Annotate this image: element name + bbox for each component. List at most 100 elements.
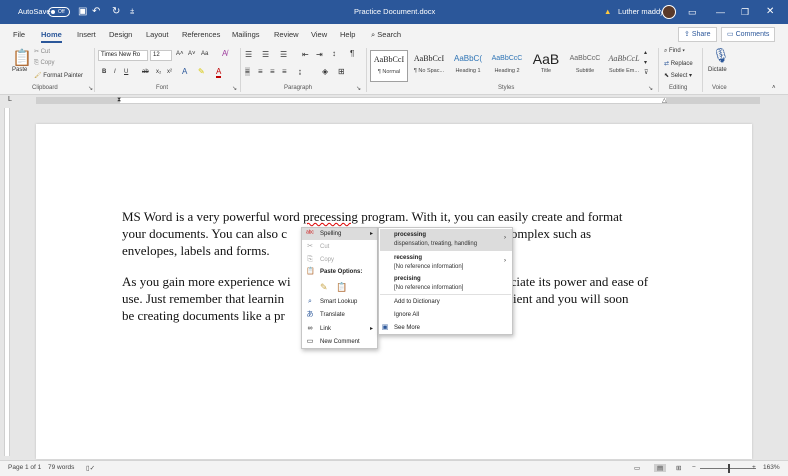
customize-qat-icon[interactable]: ⩲ (130, 0, 134, 24)
warning-icon[interactable]: ▲ (604, 0, 611, 24)
menu-item-cut[interactable]: ✂ Cut (302, 241, 377, 253)
align-center-icon[interactable]: ≡ (258, 67, 263, 76)
decrease-indent-icon[interactable]: ⇤ (302, 50, 309, 59)
superscript-button[interactable]: x² (167, 69, 172, 75)
select-button[interactable]: ⬉ Select ▾ (664, 72, 692, 79)
menu-item-smart-lookup[interactable]: ⌕ Smart Lookup (302, 296, 377, 308)
style-no-spacing[interactable]: AaBbCcI ¶ No Spac... (410, 50, 448, 82)
style-subtle-emphasis[interactable]: AaBbCcL Subtle Em... (605, 50, 643, 82)
clipboard-launcher-icon[interactable]: ↘ (88, 85, 93, 92)
styles-launcher-icon[interactable]: ↘ (648, 85, 653, 92)
menu-item-link[interactable]: ∞ Link ▸ (302, 323, 377, 335)
microphone-icon[interactable]: 🎙 (712, 47, 730, 64)
numbering-icon[interactable]: ☰ (262, 50, 269, 59)
increase-indent-icon[interactable]: ⇥ (316, 50, 323, 59)
bullets-icon[interactable]: ☰ (245, 50, 252, 59)
zoom-level[interactable]: 163% (763, 464, 780, 471)
horizontal-ruler[interactable]: L ⧗ △ (0, 95, 788, 106)
highlight-color-icon[interactable]: ✎ (198, 67, 205, 76)
save-icon[interactable]: ▣ (78, 0, 87, 24)
zoom-slider-thumb[interactable] (728, 464, 730, 473)
style-title[interactable]: AaB Title (527, 50, 565, 82)
ribbon-display-icon[interactable]: ▭ (688, 0, 697, 24)
styles-scroll-up-icon[interactable]: ▴ (644, 49, 647, 56)
sort-icon[interactable]: ↕ (332, 49, 336, 58)
multilevel-list-icon[interactable]: ☰ (280, 50, 287, 59)
menu-item-spelling[interactable]: ᵃᵇᶜ Spelling ▸ (302, 228, 377, 240)
menu-item-translate[interactable]: あ Translate (302, 309, 377, 321)
undo-icon[interactable]: ↶ (92, 0, 100, 24)
avatar[interactable] (662, 0, 676, 24)
menu-item-ignore-all[interactable]: Ignore All (379, 309, 512, 321)
font-launcher-icon[interactable]: ↘ (232, 85, 237, 92)
font-color-icon[interactable]: A (216, 67, 222, 78)
align-left-icon[interactable]: ≡ (245, 67, 250, 76)
underline-button[interactable]: U (124, 69, 128, 75)
justify-icon[interactable]: ≡ (282, 67, 287, 76)
clear-formatting-icon[interactable]: A̸ (222, 49, 227, 58)
style-heading-2[interactable]: AaBbCcC Heading 2 (488, 50, 526, 82)
format-painter-button[interactable]: 🖌 Format Painter (34, 72, 83, 79)
search-box[interactable]: ⌕ Search (371, 24, 401, 45)
tab-mailings[interactable]: Mailings (232, 24, 260, 45)
paragraph-launcher-icon[interactable]: ↘ (356, 85, 361, 92)
tab-insert[interactable]: Insert (77, 24, 96, 45)
close-icon[interactable]: ✕ (766, 0, 774, 24)
menu-item-see-more[interactable]: ▣ See More (379, 322, 512, 334)
tab-selector-icon[interactable]: L (8, 96, 12, 103)
keep-formatting-paste-icon[interactable]: ✎ (320, 281, 328, 293)
style-subtitle[interactable]: AaBbCcC Subtitle (566, 50, 604, 82)
comments-button[interactable]: ▭ Comments (721, 27, 776, 42)
menu-item-add-to-dictionary[interactable]: Add to Dictionary (379, 296, 512, 308)
tab-home[interactable]: Home (41, 24, 62, 45)
borders-icon[interactable]: ⊞ (338, 67, 345, 76)
show-formatting-icon[interactable]: ¶ (350, 49, 354, 58)
misspelled-word[interactable]: precessing (303, 209, 358, 224)
web-layout-icon[interactable]: ⊞ (676, 464, 681, 472)
word-count[interactable]: 79 words (48, 464, 74, 471)
collapse-ribbon-icon[interactable]: ˄ (772, 85, 776, 91)
left-indent-marker-icon[interactable]: ⧗ (117, 97, 121, 104)
tab-review[interactable]: Review (274, 24, 299, 45)
line-spacing-icon[interactable]: ↨ (298, 67, 302, 76)
tab-file[interactable]: File (13, 24, 25, 45)
tab-layout[interactable]: Layout (146, 24, 169, 45)
menu-item-copy[interactable]: ⎘ Copy (302, 254, 377, 266)
menu-item-new-comment[interactable]: ▭ New Comment (302, 336, 377, 348)
tab-help[interactable]: Help (340, 24, 355, 45)
read-mode-icon[interactable]: ▭ (634, 464, 640, 472)
italic-button[interactable]: I (114, 69, 116, 75)
suggestion-recessing[interactable]: recessing [No reference information] › (380, 252, 512, 274)
right-indent-marker-icon[interactable]: △ (662, 97, 667, 104)
suggestion-precising[interactable]: precising [No reference information] (380, 273, 512, 295)
suggestion-processing[interactable]: processing dispensation, treating, handl… (380, 229, 512, 251)
tab-design[interactable]: Design (109, 24, 132, 45)
share-button[interactable]: ⇪ Share (678, 27, 717, 42)
styles-scroll-down-icon[interactable]: ▾ (644, 59, 647, 66)
tab-view[interactable]: View (311, 24, 327, 45)
replace-button[interactable]: ⇄ Replace (664, 60, 693, 67)
cut-button[interactable]: ✂ Cut (34, 48, 50, 55)
grow-font-icon[interactable]: A˄ (176, 51, 184, 57)
paste-button[interactable]: Paste (12, 67, 27, 73)
font-size-select[interactable]: 12 (150, 50, 172, 61)
find-button[interactable]: ⌕ Find ▾ (664, 48, 685, 55)
bold-button[interactable]: B (102, 69, 106, 75)
copy-button[interactable]: ⎘ Copy (34, 60, 54, 67)
minimize-icon[interactable]: — (716, 0, 725, 24)
style-normal[interactable]: AaBbCcI ¶ Normal (370, 50, 408, 82)
zoom-in-icon[interactable]: + (752, 464, 756, 471)
subscript-button[interactable]: x₂ (156, 69, 161, 75)
change-case-button[interactable]: Aa (201, 51, 208, 57)
print-layout-icon[interactable]: ▤ (654, 464, 667, 472)
keep-text-only-paste-icon[interactable]: 📋 (336, 281, 347, 293)
dictate-button[interactable]: Dictate (708, 67, 727, 73)
style-heading-1[interactable]: AaBbC(Heading 1 (449, 50, 487, 82)
strikethrough-button[interactable]: ab (142, 69, 149, 75)
styles-more-icon[interactable]: ⊽ (644, 69, 648, 76)
redo-icon[interactable]: ↻ (112, 0, 120, 24)
tab-references[interactable]: References (182, 24, 220, 45)
text-effects-icon[interactable]: A (182, 67, 187, 76)
autosave-toggle[interactable]: Off (48, 0, 70, 24)
align-right-icon[interactable]: ≡ (270, 67, 275, 76)
